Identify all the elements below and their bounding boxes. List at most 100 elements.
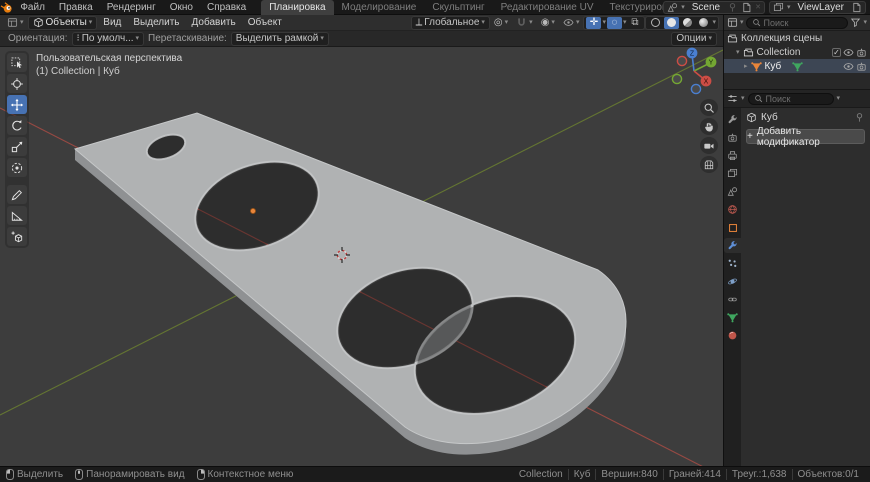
drag-mode-dropdown[interactable]: Выделить рамкой ▾ [230, 31, 329, 46]
hide-eye-icon[interactable] [843, 47, 854, 58]
rotate-tool[interactable] [7, 116, 27, 135]
menu-render[interactable]: Рендеринг [100, 0, 163, 15]
hide-eye-icon[interactable] [843, 61, 854, 72]
tool-orientation-value: По умолч... [81, 33, 134, 44]
transform-tool[interactable] [7, 158, 27, 177]
tab-render[interactable] [724, 130, 741, 145]
add-modifier-button[interactable]: + Добавить модификатор [746, 126, 865, 148]
tab-output[interactable] [724, 148, 741, 163]
tab-object-data[interactable] [724, 310, 741, 325]
menu-object[interactable]: Объект [242, 17, 288, 28]
tab-object[interactable] [724, 220, 741, 235]
pin-scene-icon[interactable] [727, 2, 738, 13]
menu-file[interactable]: Файл [13, 0, 52, 15]
scene-name[interactable]: Scene [688, 2, 724, 13]
tab-world[interactable] [724, 202, 741, 217]
transform-orientation-dropdown[interactable]: ⟂ Глобальное ▾ [410, 15, 490, 30]
viewlayer-name[interactable]: ViewLayer [793, 2, 848, 13]
tab-uv-editing[interactable]: Редактирование UV [493, 0, 602, 15]
tab-sculpting[interactable]: Скульптинг [424, 0, 492, 15]
menu-edit[interactable]: Правка [52, 0, 100, 15]
navigation-gizmo[interactable]: Z Y X [671, 47, 717, 95]
tab-view-layer[interactable] [724, 166, 741, 181]
outliner-row-cube[interactable]: ▸ Куб [724, 59, 870, 73]
chevron-down-icon: ▾ [135, 35, 140, 42]
measure-tool[interactable] [7, 206, 27, 225]
tab-modeling[interactable]: Моделирование [334, 0, 425, 15]
gizmo-x-neg-axis[interactable] [676, 55, 688, 67]
shading-wireframe-button[interactable] [648, 17, 663, 29]
mesh-plate-top[interactable] [73, 112, 627, 445]
shading-material-button[interactable] [680, 17, 695, 29]
expand-icon[interactable]: ▸ [744, 63, 748, 70]
new-scene-icon[interactable] [741, 2, 752, 13]
scale-tool[interactable] [7, 137, 27, 156]
zoom-view-button[interactable] [700, 99, 718, 116]
proportional-editing[interactable]: ◉ ▾ [537, 16, 559, 30]
scene-selector[interactable]: ▾ Scene ✕ [663, 0, 765, 14]
menu-view[interactable]: Вид [97, 17, 127, 28]
tab-scene[interactable] [724, 184, 741, 199]
mode-dropdown[interactable]: Объекты ▾ [27, 15, 98, 30]
orientation-axis-icon: ⟂ [415, 17, 423, 28]
shading-solid-button[interactable] [664, 16, 680, 29]
disable-render-icon[interactable] [856, 47, 867, 58]
object-origin-dot[interactable] [249, 207, 256, 214]
shading-rendered-button[interactable] [696, 17, 711, 29]
show-overlays-toggle[interactable]: ◌ [606, 16, 622, 29]
blender-logo-icon[interactable] [0, 0, 13, 15]
outliner-search-input[interactable] [763, 17, 843, 28]
add-cube-tool[interactable] [7, 227, 27, 246]
chevron-down-icon: ▾ [529, 19, 533, 26]
viewlayer-selector[interactable]: ▾ ViewLayer [768, 0, 866, 14]
magnet-icon[interactable] [516, 17, 527, 28]
options-dropdown[interactable]: Опции ▾ [671, 31, 717, 46]
tool-orientation-dropdown[interactable]: ⁝ По умолч... ▾ [71, 31, 145, 46]
perspective-toggle-button[interactable] [700, 156, 718, 173]
properties-search[interactable] [747, 92, 834, 105]
outliner-row-collection[interactable]: ▾ Collection ✓ [724, 45, 870, 59]
cursor-tool[interactable] [7, 74, 27, 93]
gizmo-y-neg-axis[interactable] [671, 73, 683, 85]
tab-texture-paint[interactable]: Текстурирование [602, 0, 664, 15]
disable-render-icon[interactable] [856, 61, 867, 72]
move-tool[interactable] [7, 95, 27, 114]
properties-search-input[interactable] [765, 93, 828, 104]
statusbar: Выделить Панорамировать вид Контекстное … [0, 466, 870, 482]
tab-material[interactable] [724, 328, 741, 343]
show-object-types-dropdown[interactable]: ▾ [559, 16, 584, 30]
tab-particles[interactable] [724, 256, 741, 271]
menu-help[interactable]: Справка [200, 0, 253, 15]
viewport-canvas[interactable]: Z Y X Пользовательская перспектива (1) C… [0, 47, 723, 466]
tab-layout[interactable]: Планировка [261, 0, 334, 15]
show-gizmo-toggle[interactable]: ✛ [586, 16, 602, 29]
menu-select[interactable]: Выделить [127, 17, 185, 28]
pivot-point-dropdown[interactable]: ◎ ▾ [490, 16, 512, 30]
menu-add[interactable]: Добавить [186, 17, 242, 28]
select-box-tool[interactable] [7, 53, 27, 72]
outliner-search[interactable] [745, 16, 849, 29]
collapse-icon[interactable]: ▾ [736, 49, 740, 56]
pan-view-button[interactable] [700, 118, 718, 135]
scene-collection-icon [727, 33, 738, 44]
gizmo-z-neg-axis[interactable] [690, 83, 702, 95]
menu-window[interactable]: Окно [163, 0, 200, 15]
pin-id-icon[interactable] [854, 112, 865, 123]
annotate-tool[interactable] [7, 185, 27, 204]
tab-physics[interactable] [724, 274, 741, 289]
outliner-row-scene-collection[interactable]: Коллекция сцены [724, 31, 870, 45]
properties-editor-icon[interactable] [727, 93, 738, 104]
xray-toggle[interactable]: ⧉ [627, 17, 642, 29]
new-viewlayer-icon[interactable] [851, 2, 862, 13]
exclude-checkbox[interactable]: ✓ [832, 47, 841, 57]
tab-modifiers[interactable] [724, 238, 741, 253]
tab-constraints[interactable] [724, 292, 741, 307]
display-mode-icon[interactable] [727, 17, 738, 28]
filter-funnel-icon[interactable] [850, 17, 861, 28]
snap-controls[interactable]: ▾ [512, 16, 537, 30]
tab-tool[interactable] [724, 112, 741, 127]
camera-view-button[interactable] [700, 137, 718, 154]
unlink-scene-icon[interactable]: ✕ [755, 4, 761, 11]
breadcrumb-object-name[interactable]: Куб [761, 112, 778, 123]
editor-type-button[interactable]: ▾ [3, 16, 28, 30]
